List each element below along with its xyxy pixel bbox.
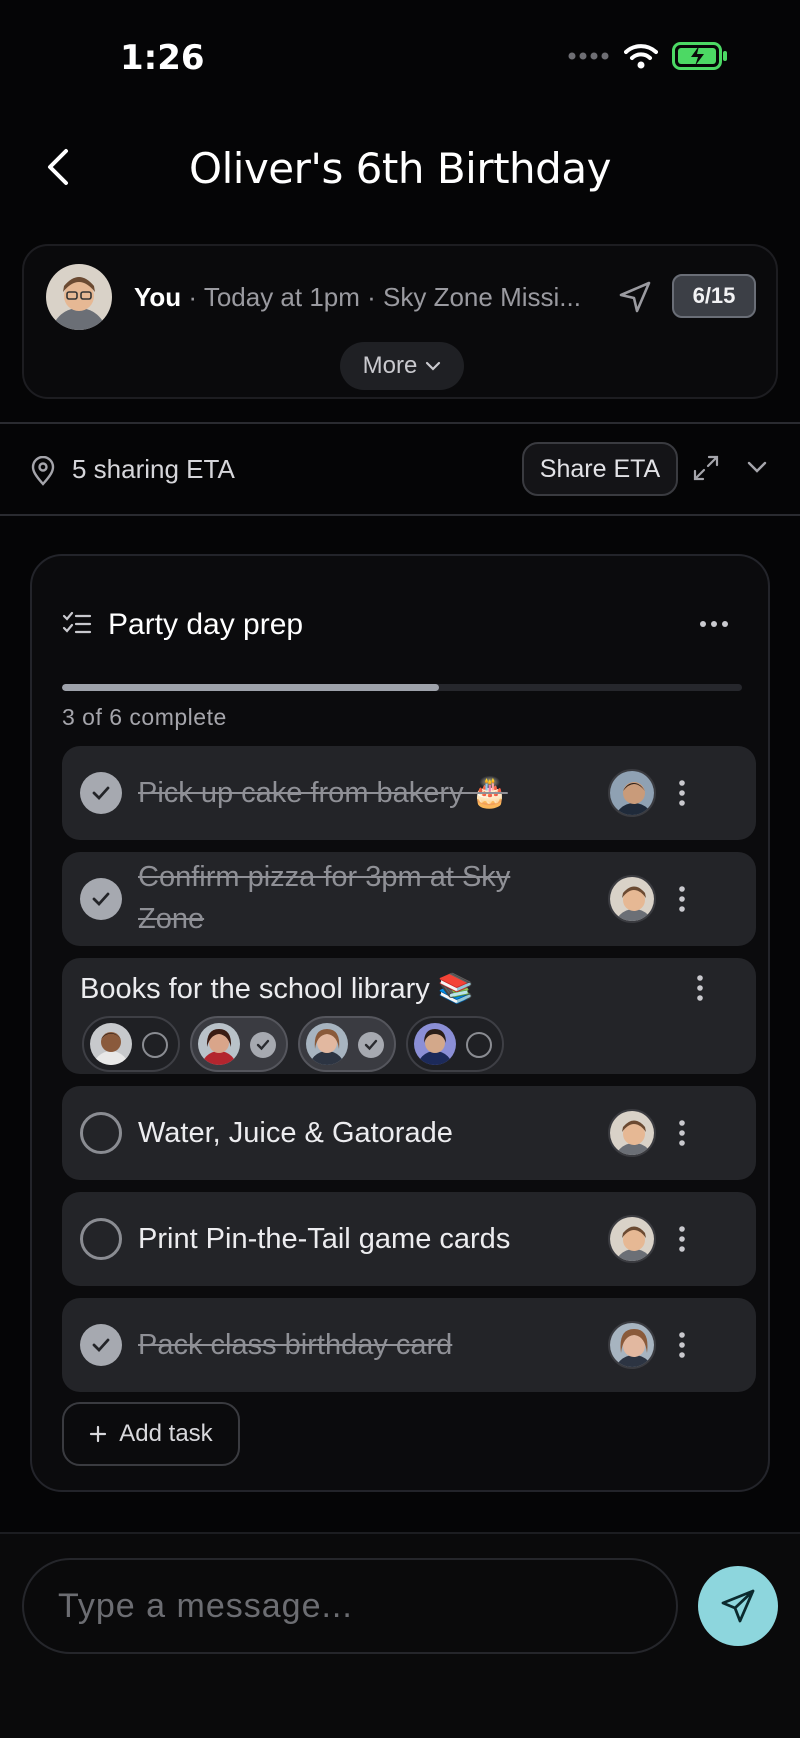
member-avatar bbox=[306, 1023, 348, 1065]
chevron-down-icon[interactable] bbox=[744, 454, 770, 480]
task-menu-button[interactable] bbox=[662, 1325, 702, 1365]
eta-sharing-count: 5 sharing ETA bbox=[72, 454, 235, 484]
page-title: Oliver's 6th Birthday bbox=[189, 144, 611, 193]
task-checkbox[interactable] bbox=[80, 1218, 122, 1260]
event-card[interactable]: You · Today at 1pm · Sky Zone Missi... 6… bbox=[22, 244, 778, 399]
member-avatar bbox=[90, 1023, 132, 1065]
task-text: Print Pin-the-Tail game cards bbox=[138, 1223, 511, 1255]
more-button[interactable]: More bbox=[340, 342, 464, 390]
nav-bar: Oliver's 6th Birthday bbox=[0, 130, 800, 210]
more-vertical-icon bbox=[679, 1120, 685, 1146]
member-avatar bbox=[198, 1023, 240, 1065]
checkmark-icon bbox=[92, 786, 110, 801]
send-button[interactable] bbox=[698, 1566, 778, 1646]
message-input[interactable] bbox=[22, 1558, 678, 1654]
checklist-more-button[interactable] bbox=[694, 604, 734, 644]
task-menu-button[interactable] bbox=[662, 773, 702, 813]
navigation-arrow-icon bbox=[619, 281, 651, 313]
member-status-chip[interactable] bbox=[190, 1016, 288, 1072]
progress-fill bbox=[62, 684, 440, 691]
directions-button[interactable] bbox=[616, 278, 654, 316]
task-item[interactable]: Confirm pizza for 3pm at Sky Zone bbox=[62, 852, 756, 946]
task-item[interactable]: Pack class birthday card bbox=[62, 1298, 756, 1392]
member-status-chip[interactable] bbox=[82, 1016, 180, 1072]
assignee-avatar bbox=[608, 875, 656, 923]
message-composer bbox=[0, 1534, 800, 1738]
add-task-button[interactable]: Add task bbox=[62, 1402, 240, 1466]
task-text: Books for the school library 📚 bbox=[80, 973, 474, 1005]
checklist-title: Party day prep bbox=[108, 608, 304, 641]
more-vertical-icon bbox=[679, 780, 685, 806]
task-text: Confirm pizza for 3pm at Sky Zone bbox=[138, 861, 511, 935]
task-item[interactable]: Pick up cake from bakery 🎂 bbox=[62, 746, 756, 840]
task-checkbox[interactable] bbox=[80, 1324, 122, 1366]
task-menu-button[interactable] bbox=[662, 1113, 702, 1153]
expand-icon[interactable] bbox=[692, 454, 720, 482]
divider bbox=[0, 514, 800, 516]
checkmark-icon bbox=[92, 892, 110, 907]
task-checkbox[interactable] bbox=[80, 878, 122, 920]
task-menu-button[interactable] bbox=[662, 1219, 702, 1259]
more-vertical-icon bbox=[697, 975, 703, 1001]
task-text: Pack class birthday card bbox=[138, 1329, 453, 1361]
battery-icon bbox=[672, 42, 727, 70]
task-text: Water, Juice & Gatorade bbox=[138, 1117, 453, 1149]
checkmark-icon bbox=[92, 1338, 110, 1353]
member-status-done-icon bbox=[250, 1032, 276, 1058]
assignee-avatar bbox=[608, 769, 656, 817]
task-text: Pick up cake from bakery 🎂 bbox=[138, 777, 508, 809]
progress-bar bbox=[62, 684, 742, 691]
more-vertical-icon bbox=[679, 1332, 685, 1358]
more-vertical-icon bbox=[679, 886, 685, 912]
task-item[interactable]: Water, Juice & Gatorade bbox=[62, 1086, 756, 1180]
member-status-done-icon bbox=[358, 1032, 384, 1058]
member-avatar bbox=[414, 1023, 456, 1065]
member-status-open-icon bbox=[142, 1032, 168, 1058]
eta-row: 5 sharing ETA Share ETA bbox=[0, 424, 800, 516]
wifi-icon bbox=[624, 44, 658, 69]
location-pin-icon bbox=[31, 456, 55, 486]
task-menu-button[interactable] bbox=[662, 879, 702, 919]
task-menu-button[interactable] bbox=[680, 968, 720, 1008]
member-status-open-icon bbox=[466, 1032, 492, 1058]
assignee-avatar bbox=[608, 1215, 656, 1263]
checklist-card: Party day prep 3 of 6 complete Pick up c… bbox=[30, 554, 770, 1492]
share-eta-button[interactable]: Share ETA bbox=[522, 442, 678, 496]
more-horizontal-icon bbox=[700, 621, 728, 627]
send-icon bbox=[721, 1589, 755, 1623]
status-bar: 1:26 bbox=[0, 0, 800, 120]
task-item[interactable]: Print Pin-the-Tail game cards bbox=[62, 1192, 756, 1286]
plus-icon bbox=[90, 1425, 107, 1443]
task-checkbox[interactable] bbox=[80, 772, 122, 814]
member-status-chip[interactable] bbox=[406, 1016, 504, 1072]
event-owner: You bbox=[134, 282, 182, 312]
signal-icon bbox=[568, 52, 609, 60]
assignee-avatar bbox=[608, 1321, 656, 1369]
more-label: More bbox=[362, 352, 418, 379]
assignee-avatar bbox=[608, 1109, 656, 1157]
attendee-count-badge[interactable]: 6/15 bbox=[672, 274, 756, 318]
task-item[interactable]: Books for the school library 📚 bbox=[62, 958, 756, 1074]
status-time: 1:26 bbox=[120, 38, 205, 78]
event-summary: You · Today at 1pm · Sky Zone Missi... bbox=[134, 282, 604, 313]
progress-label: 3 of 6 complete bbox=[62, 704, 227, 730]
add-task-label: Add task bbox=[119, 1420, 213, 1447]
member-status-chip[interactable] bbox=[298, 1016, 396, 1072]
user-avatar bbox=[46, 264, 112, 330]
task-checkbox[interactable] bbox=[80, 1112, 122, 1154]
checklist-icon bbox=[62, 611, 92, 634]
chevron-down-icon bbox=[426, 361, 441, 371]
event-details: · Today at 1pm · Sky Zone Missi... bbox=[181, 282, 581, 312]
status-icons bbox=[568, 42, 728, 70]
more-vertical-icon bbox=[679, 1226, 685, 1252]
